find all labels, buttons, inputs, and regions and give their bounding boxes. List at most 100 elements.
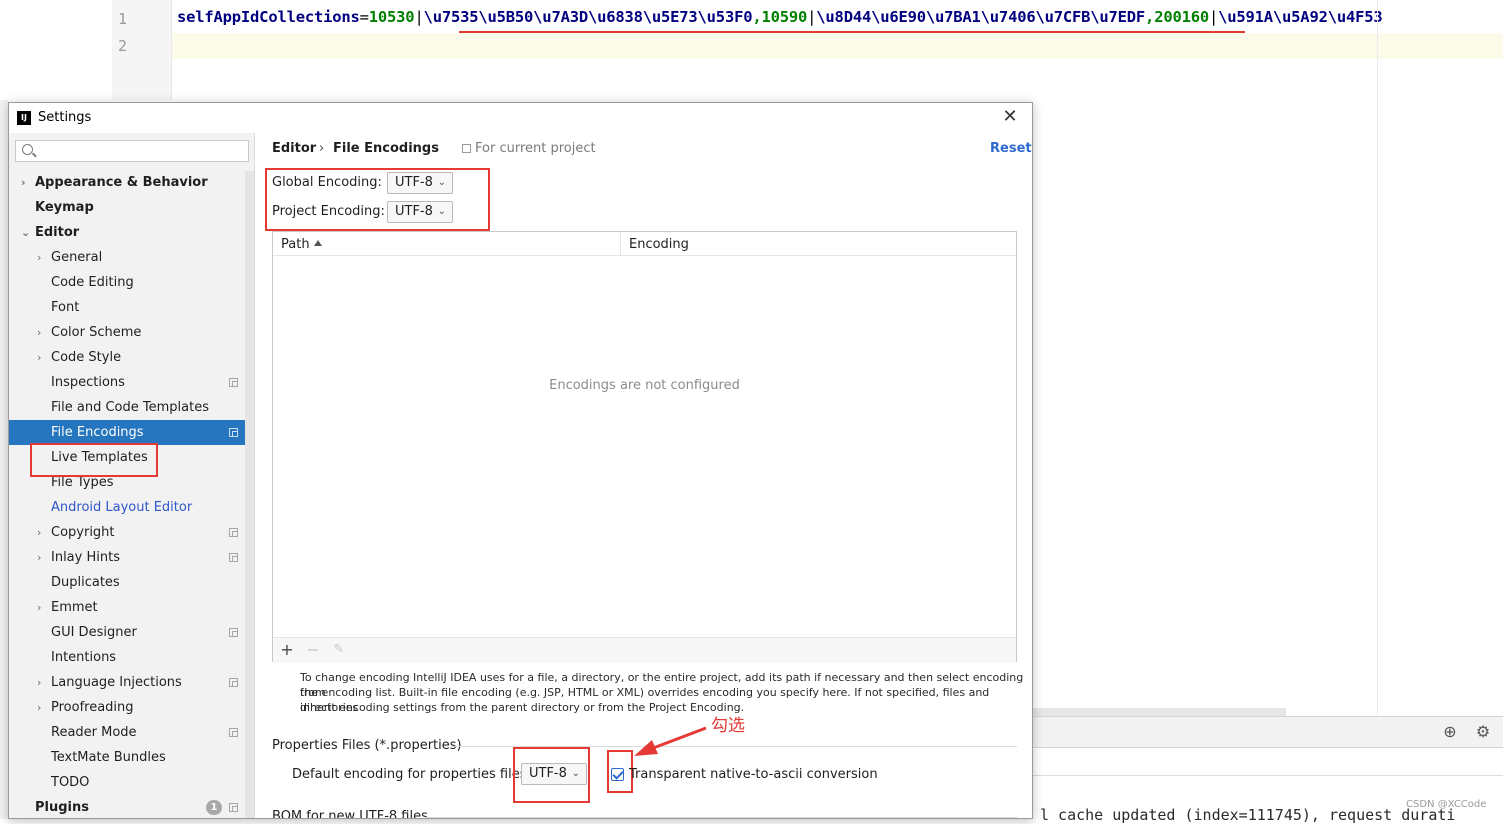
annotation-box-properties-encoding	[513, 747, 590, 803]
add-button[interactable]: +	[278, 641, 296, 659]
remove-button[interactable]: −	[304, 641, 322, 659]
tree-item-plugins[interactable]: Plugins 1	[9, 795, 245, 818]
annotation-box-file-encodings	[30, 443, 158, 477]
tree-item-label: File and Code Templates	[51, 400, 209, 415]
chevron-right-icon[interactable]: ›	[37, 320, 47, 345]
encodings-table: Path Encoding Encodings are not configur…	[272, 231, 1017, 663]
edit-button[interactable]: ✎	[330, 641, 348, 659]
pipe-separator: |	[414, 8, 424, 26]
search-box[interactable]	[15, 140, 249, 162]
tree-item-code-style[interactable]: › Code Style	[9, 345, 245, 370]
sort-ascending-icon	[314, 240, 322, 246]
properties-encoding-label: Default encoding for properties files:	[292, 767, 531, 782]
scope-label: For current project	[475, 141, 596, 156]
annotation-underline	[459, 31, 1245, 33]
chevron-right-icon[interactable]: ›	[37, 695, 47, 720]
console-output: l cache updated (index=111745), request …	[1040, 806, 1456, 824]
search-input[interactable]	[38, 142, 243, 160]
tree-item-label: Emmet	[51, 600, 98, 615]
annotation-note: 勾选	[711, 716, 745, 736]
update-count-badge: 1	[206, 800, 222, 815]
dialog-title: Settings	[38, 110, 92, 125]
tree-item-inspections[interactable]: Inspections	[9, 370, 245, 395]
code-line[interactable]: selfAppIdCollections=10530|\u7535\u5B50\…	[177, 8, 1383, 26]
tree-item-color-scheme[interactable]: › Color Scheme	[9, 320, 245, 345]
annotation-box-encodings	[265, 168, 490, 231]
column-divider[interactable]	[620, 232, 621, 256]
tree-item-label: General	[51, 250, 103, 265]
tree-item-label: Appearance & Behavior	[35, 175, 208, 190]
tree-item-label: Proofreading	[51, 700, 134, 715]
tree-item-label: GUI Designer	[51, 625, 137, 640]
tree-item-label: Code Editing	[51, 275, 134, 290]
tree-item-label: Copyright	[51, 525, 115, 540]
chevron-right-icon[interactable]: ›	[37, 595, 47, 620]
tree-item-emmet[interactable]: › Emmet	[9, 595, 245, 620]
native-to-ascii-label[interactable]: Transparent native-to-ascii conversion	[629, 767, 878, 782]
chevron-right-icon[interactable]: ›	[37, 520, 47, 545]
console-panel	[1032, 775, 1503, 801]
tree-item-label: Font	[51, 300, 80, 315]
tree-item-reader-mode[interactable]: Reader Mode	[9, 720, 245, 745]
tree-item-intentions[interactable]: Intentions	[9, 645, 245, 670]
project-scope-icon	[229, 528, 238, 537]
project-scope-icon	[229, 803, 238, 812]
tree-item-label: Language Injections	[51, 675, 182, 690]
tree-item-label: Duplicates	[51, 575, 120, 590]
crosshair-icon[interactable]: ⊕	[1440, 722, 1460, 742]
reset-link[interactable]: Reset	[990, 141, 1032, 156]
tree-item-label: Android Layout Editor	[51, 500, 193, 515]
tree-item-code-editing[interactable]: Code Editing	[9, 270, 245, 295]
annotation-arrow-icon	[634, 726, 707, 756]
tree-item-font[interactable]: Font	[9, 295, 245, 320]
tree-item-copyright[interactable]: › Copyright	[9, 520, 245, 545]
tree-item-todo[interactable]: TODO	[9, 770, 245, 795]
tree-item-inlay-hints[interactable]: › Inlay Hints	[9, 545, 245, 570]
tree-item-file-code-templates[interactable]: File and Code Templates	[9, 395, 245, 420]
horizontal-scrollbar[interactable]	[1032, 708, 1286, 716]
tree-item-proofreading[interactable]: › Proofreading	[9, 695, 245, 720]
project-scope-icon	[229, 553, 238, 562]
tree-item-label: Intentions	[51, 650, 117, 665]
line-number: 2	[118, 37, 128, 55]
tree-item-duplicates[interactable]: Duplicates	[9, 570, 245, 595]
tree-item-gui-designer[interactable]: GUI Designer	[9, 620, 245, 645]
tree-item-label: Editor	[35, 225, 80, 240]
project-scope-icon	[229, 378, 238, 387]
chevron-right-icon[interactable]: ›	[37, 245, 47, 270]
chevron-right-icon[interactable]: ›	[37, 670, 47, 695]
tree-item-android-layout-editor[interactable]: Android Layout Editor	[9, 495, 245, 520]
column-header-path[interactable]: Path	[281, 237, 310, 252]
right-margin-guide	[1377, 0, 1378, 716]
column-header-encoding[interactable]: Encoding	[629, 237, 689, 252]
tree-item-file-encodings[interactable]: File Encodings	[9, 420, 245, 445]
assignment-operator: =	[359, 8, 369, 26]
project-scope-icon	[229, 728, 238, 737]
tree-item-general[interactable]: › General	[9, 245, 245, 270]
close-button[interactable]: ✕	[1000, 107, 1020, 127]
chevron-right-icon[interactable]: ›	[37, 345, 47, 370]
tree-item-textmate-bundles[interactable]: TextMate Bundles	[9, 745, 245, 770]
tree-scrollbar[interactable]	[245, 171, 254, 818]
dialog-titlebar[interactable]: IJ Settings ✕	[9, 103, 1032, 133]
settings-content: Editor › File Encodings For current proj…	[255, 133, 1032, 819]
bom-section-title: BOM for new UTF-8 files	[272, 809, 428, 819]
pipe-separator: |	[1208, 8, 1219, 26]
tree-item-keymap[interactable]: Keymap	[9, 195, 245, 220]
gear-icon[interactable]: ⚙	[1473, 722, 1493, 742]
table-header: Path Encoding	[273, 232, 1016, 256]
settings-tree: › Appearance & Behavior Keymap ⌄ Editor › G…	[9, 170, 245, 818]
tree-item-appearance-behavior[interactable]: › Appearance & Behavior	[9, 170, 245, 195]
tree-item-editor[interactable]: ⌄ Editor	[9, 220, 245, 245]
chevron-right-icon[interactable]: ›	[37, 545, 47, 570]
tree-item-language-injections[interactable]: › Language Injections	[9, 670, 245, 695]
chevron-down-icon[interactable]: ⌄	[21, 220, 31, 245]
chevron-right-icon[interactable]: ›	[21, 170, 31, 195]
project-scope-icon	[229, 428, 238, 437]
tree-item-label: File Encodings	[51, 425, 144, 440]
project-scope-icon	[462, 144, 471, 153]
breadcrumb-section[interactable]: Editor	[272, 141, 316, 156]
properties-section-title: Properties Files (*.properties)	[272, 738, 462, 753]
settings-dialog: IJ Settings ✕ › Appearance & Behavior Key…	[8, 102, 1033, 819]
tree-item-label: Plugins	[35, 800, 89, 815]
